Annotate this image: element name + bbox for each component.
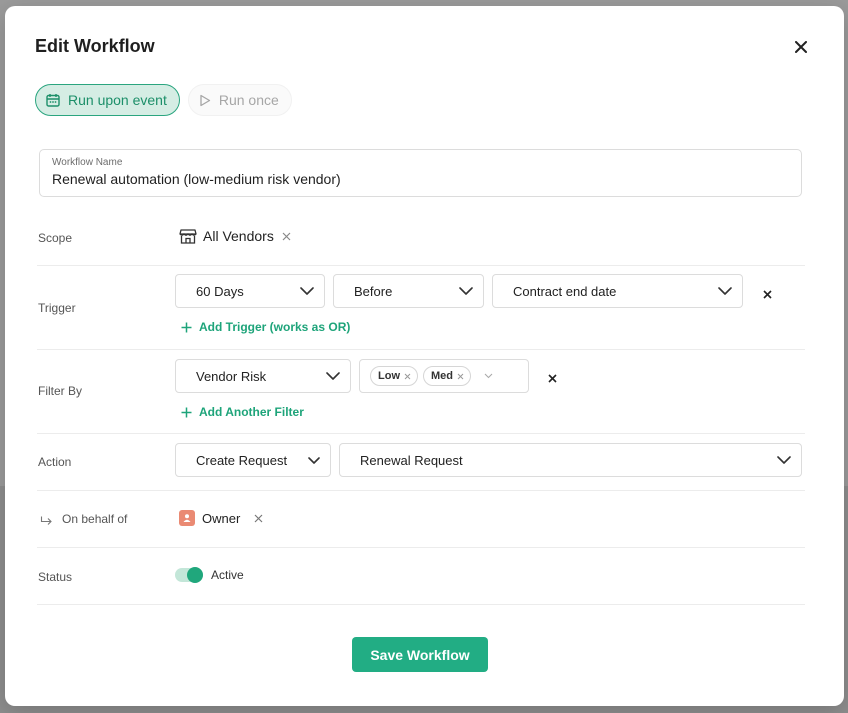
select-value: Renewal Request <box>360 452 463 468</box>
scope-text: All Vendors <box>203 228 274 244</box>
action-label: Action <box>38 455 72 469</box>
chevron-down-icon <box>718 287 732 295</box>
filter-values-multiselect[interactable]: Low Med <box>359 359 529 393</box>
filter-field-select[interactable]: Vendor Risk <box>175 359 351 393</box>
select-value: Before <box>354 283 393 299</box>
chevron-down-icon <box>308 456 320 464</box>
close-icon[interactable] <box>404 373 411 380</box>
workflow-name-label: Workflow Name <box>52 157 123 168</box>
workflow-name-input[interactable] <box>52 171 789 187</box>
subrow-arrow-icon <box>40 513 53 531</box>
chevron-down-icon <box>300 287 314 295</box>
row-divider <box>37 349 805 350</box>
tab-run-upon-event[interactable]: Run upon event <box>35 84 180 116</box>
status-label: Status <box>38 570 73 584</box>
plus-icon <box>181 407 192 417</box>
dialog-title: Edit Workflow <box>35 36 155 56</box>
person-icon <box>179 510 195 526</box>
filter-label: Filter By <box>38 384 83 398</box>
close-icon[interactable] <box>457 373 464 380</box>
add-filter-label: Add Another Filter <box>199 405 304 419</box>
chip-label: Low <box>378 370 400 382</box>
close-icon <box>282 232 291 240</box>
tab-label: Run upon event <box>68 92 167 108</box>
row-divider <box>37 547 805 548</box>
row-divider <box>37 490 805 491</box>
status-value: Active <box>211 568 244 582</box>
close-icon <box>762 289 772 299</box>
close-button[interactable] <box>791 37 811 57</box>
save-workflow-button[interactable]: Save Workflow <box>352 637 488 672</box>
scope-label: Scope <box>38 231 73 245</box>
select-value: Create Request <box>196 452 288 468</box>
action-request-select[interactable]: Renewal Request <box>339 443 802 477</box>
close-icon <box>254 514 263 522</box>
trigger-duration-select[interactable]: 60 Days <box>175 274 325 308</box>
remove-scope-button[interactable] <box>280 229 294 243</box>
tab-run-once[interactable]: Run once <box>187 84 292 116</box>
add-filter-link[interactable]: Add Another Filter <box>181 405 304 419</box>
chevron-down-icon <box>484 373 493 379</box>
select-value: Contract end date <box>513 283 617 299</box>
chevron-down-icon <box>777 456 791 464</box>
row-divider <box>37 265 805 266</box>
status-toggle[interactable] <box>175 567 203 583</box>
plus-icon <box>181 322 192 332</box>
workflow-name-field[interactable]: Workflow Name <box>39 149 802 197</box>
on-behalf-label: On behalf of <box>62 512 128 526</box>
chip-label: Med <box>431 370 453 382</box>
owner-text: Owner <box>202 510 241 526</box>
close-icon <box>547 373 557 383</box>
trigger-relation-select[interactable]: Before <box>333 274 484 308</box>
calendar-icon <box>46 94 60 107</box>
remove-filter-button[interactable] <box>545 371 559 385</box>
row-divider <box>37 433 805 434</box>
edit-workflow-dialog: Edit Workflow Run upon event Run once Wo… <box>5 6 844 706</box>
action-type-select[interactable]: Create Request <box>175 443 331 477</box>
chevron-down-icon <box>459 287 473 295</box>
trigger-label: Trigger <box>38 301 76 315</box>
add-trigger-link[interactable]: Add Trigger (works as OR) <box>181 320 350 334</box>
filter-chip-low: Low <box>370 366 418 386</box>
toggle-knob <box>187 567 203 583</box>
store-icon <box>179 229 197 244</box>
scope-value: All Vendors <box>179 227 294 245</box>
play-icon <box>200 94 211 106</box>
remove-owner-button[interactable] <box>251 511 265 525</box>
chevron-down-icon <box>326 372 340 380</box>
close-icon <box>795 41 807 53</box>
select-value: Vendor Risk <box>196 368 267 384</box>
remove-trigger-button[interactable] <box>760 287 774 301</box>
trigger-event-select[interactable]: Contract end date <box>492 274 743 308</box>
select-value: 60 Days <box>196 283 244 299</box>
row-divider <box>37 604 805 605</box>
tab-label: Run once <box>218 92 279 108</box>
filter-chip-med: Med <box>423 366 471 386</box>
on-behalf-value: Owner <box>179 510 265 526</box>
mode-tabs: Run upon event Run once <box>35 84 292 116</box>
add-trigger-label: Add Trigger (works as OR) <box>199 320 351 334</box>
